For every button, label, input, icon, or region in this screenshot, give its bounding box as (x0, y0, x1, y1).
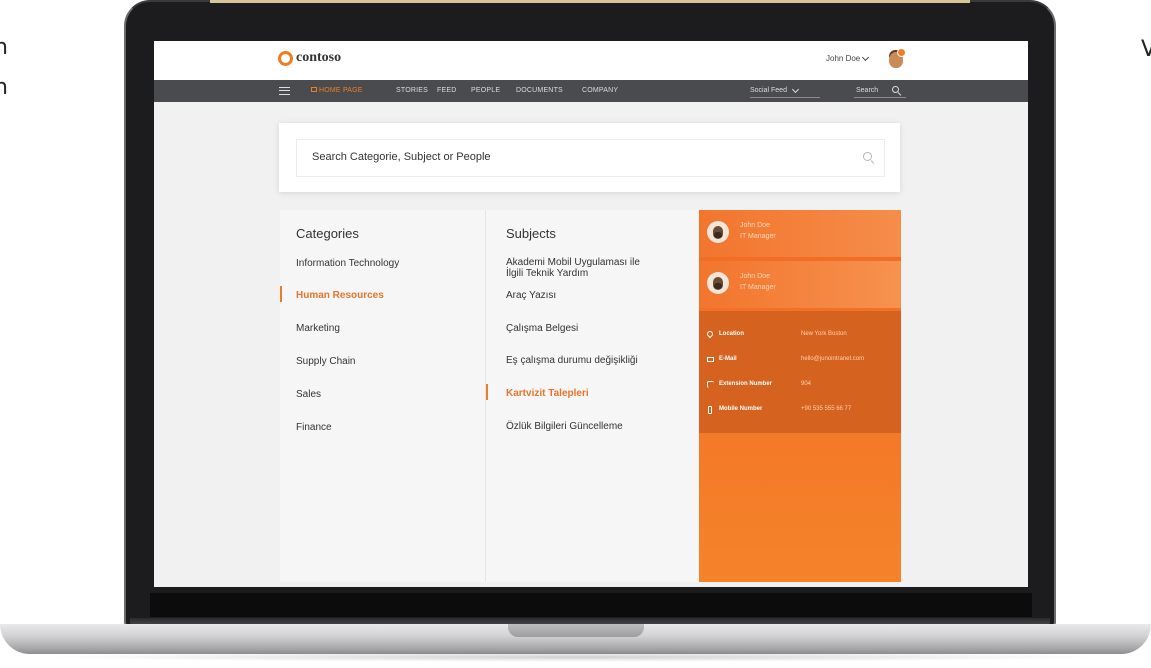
user-menu[interactable]: John Doe (826, 53, 870, 63)
nav-feed[interactable]: FEED (437, 87, 456, 94)
user-name: John Doe (826, 54, 861, 63)
hamburger-menu-icon[interactable] (279, 87, 290, 95)
subject-item[interactable]: Akademi Mobil Uygulaması ile İlgili Tekn… (506, 257, 691, 279)
category-item[interactable]: Information Technology (296, 258, 399, 269)
contact-details: Location New York Boston E-Mail hello@ju… (699, 311, 901, 433)
feed-select-value: Social Feed (750, 87, 787, 94)
search-card: Search Categorie, Subject or People (279, 123, 900, 192)
person-title: IT Manager (740, 284, 776, 291)
person-avatar (707, 221, 729, 243)
user-avatar-icon[interactable] (887, 48, 907, 70)
category-item-active[interactable]: Human Resources (296, 290, 384, 301)
nav-search[interactable]: Search (856, 87, 878, 94)
cropped-line: n (0, 75, 8, 100)
logo-icon (278, 50, 293, 66)
nav-documents[interactable]: DOCUMENTS (516, 87, 563, 94)
contact-value: 904 (801, 381, 812, 387)
contoso-logo[interactable]: contoso (278, 50, 341, 66)
category-item[interactable]: Finance (296, 422, 332, 433)
contact-label: E-Mail (719, 356, 737, 362)
cropped-line: n (0, 35, 8, 60)
person-card[interactable]: John Doe IT Manager (699, 261, 901, 308)
feed-select[interactable]: Social Feed (750, 85, 799, 94)
chevron-down-icon (862, 53, 870, 61)
background-strip (210, 0, 970, 3)
contact-email-link[interactable]: hello@junointranet.com (801, 356, 864, 362)
mobile-phone-icon (708, 406, 712, 414)
active-indicator (486, 384, 488, 400)
nav-home-page[interactable]: HOME PAGE (311, 87, 363, 94)
subjects-panel: Subjects Akademi Mobil Uygulaması ile İl… (485, 210, 699, 582)
cropped-line: V (1141, 37, 1151, 62)
categories-panel: Categories Information Technology Human … (280, 210, 485, 582)
mail-icon (707, 357, 714, 362)
laptop-shadow (40, 652, 1111, 662)
location-pin-icon (705, 329, 715, 339)
search-icon[interactable] (863, 152, 872, 161)
search-placeholder: Search Categorie, Subject or People (312, 151, 491, 163)
people-panel: John Doe IT Manager John Doe IT Manager … (699, 210, 901, 582)
cropped-text-left: n n (0, 28, 8, 108)
active-indicator (280, 286, 282, 302)
nav-stories[interactable]: STORIES (396, 87, 428, 94)
laptop-notch (508, 624, 644, 637)
person-name: John Doe (740, 222, 770, 229)
nav-people[interactable]: PEOPLE (471, 87, 500, 94)
page: n n V contoso John Doe HOME PAGE STORIES… (0, 0, 1151, 668)
contact-label: Location (719, 331, 744, 337)
phone-icon (707, 381, 714, 388)
nav-company[interactable]: COMPANY (582, 87, 618, 94)
person-title: IT Manager (740, 233, 776, 240)
chevron-down-icon (791, 85, 799, 94)
contact-value: +90 535 555 66 77 (801, 406, 852, 412)
home-icon (311, 87, 317, 92)
app-header: contoso John Doe (154, 41, 1028, 80)
person-card[interactable]: John Doe IT Manager (699, 210, 901, 257)
divider (750, 97, 820, 98)
contact-label: Extension Number (719, 381, 773, 387)
laptop-screen: contoso John Doe HOME PAGE STORIES FEED … (154, 41, 1028, 587)
subjects-title: Subjects (506, 226, 556, 241)
search-icon[interactable] (892, 86, 899, 93)
category-item[interactable]: Supply Chain (296, 356, 355, 367)
subject-item[interactable]: Araç Yazısı (506, 290, 556, 301)
laptop-bezel (150, 593, 1032, 617)
cropped-text-right: V (1141, 30, 1151, 70)
subject-item[interactable]: Eş çalışma durumu değişikliği (506, 355, 638, 366)
person-avatar (707, 272, 729, 294)
logo-text: contoso (296, 50, 342, 65)
categories-title: Categories (296, 226, 359, 241)
avatar-beard (714, 232, 722, 238)
category-item[interactable]: Marketing (296, 323, 340, 334)
subject-item[interactable]: Özlük Bilgileri Güncelleme (506, 421, 623, 432)
subject-item-active[interactable]: Kartvizit Talepleri (506, 388, 589, 399)
person-name: John Doe (740, 273, 770, 280)
contact-label: Mobile Number (719, 406, 763, 412)
divider (854, 97, 906, 98)
avatar-beard (714, 283, 722, 289)
category-item[interactable]: Sales (296, 389, 321, 400)
contact-value: New York Boston (801, 331, 847, 337)
subject-item[interactable]: Çalışma Belgesi (506, 323, 578, 334)
main-nav: HOME PAGE STORIES FEED PEOPLE DOCUMENTS … (154, 80, 1028, 102)
notification-badge-icon (897, 48, 906, 57)
nav-label: HOME PAGE (319, 87, 363, 94)
